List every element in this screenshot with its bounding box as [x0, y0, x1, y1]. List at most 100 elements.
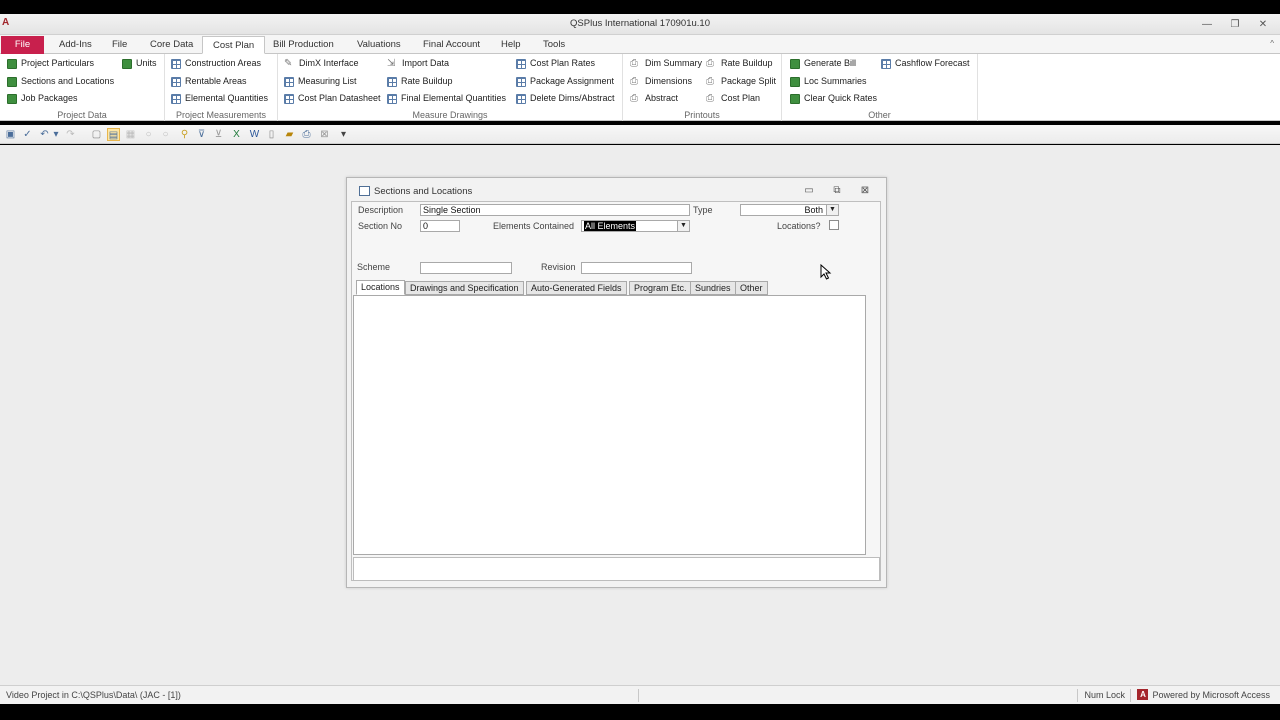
scheme-field[interactable] [420, 262, 512, 274]
report-icon [7, 58, 17, 69]
cmd-rentable-areas[interactable]: Rentable Areas [171, 74, 247, 89]
record-prev-icon[interactable]: ○ [142, 128, 155, 141]
ribbon-collapse-icon[interactable]: ^ [1270, 39, 1274, 48]
undo-dropdown-icon[interactable]: ▾ [52, 128, 60, 141]
cmd-delete-dims-abstract[interactable]: Delete Dims/Abstract [516, 91, 615, 106]
datasheet-icon [387, 76, 397, 87]
dialog-maximize-icon[interactable]: ⧉ [830, 185, 844, 197]
cmd-project-particulars[interactable]: Project Particulars [7, 56, 94, 71]
cmd-sections-and-locations[interactable]: Sections and Locations [7, 74, 114, 89]
tab-sundries[interactable]: Sundries [690, 281, 736, 295]
tab-locations[interactable]: Locations [356, 280, 405, 295]
ribbon-tabs: File Add-Ins File Core Data Cost Plan Bi… [0, 35, 1280, 54]
cmd-rate-buildup[interactable]: Rate Buildup [387, 74, 453, 89]
tab-tools[interactable]: Tools [533, 36, 575, 54]
tab-core-data[interactable]: Core Data [140, 36, 203, 54]
tab-bill-production[interactable]: Bill Production [263, 36, 344, 54]
description-field[interactable]: Single Section [420, 204, 690, 216]
dialog-title: Sections and Locations [374, 186, 473, 197]
datasheet-icon [171, 58, 181, 69]
report-icon [7, 93, 17, 104]
type-label: Type [693, 205, 713, 215]
tab-other[interactable]: Other [735, 281, 768, 295]
cmd-elemental-quantities[interactable]: Elemental Quantities [171, 91, 268, 106]
cmd-cashflow-forecast[interactable]: Cashflow Forecast [881, 56, 970, 71]
tab-drawings-specification[interactable]: Drawings and Specification [405, 281, 524, 295]
form-view-icon[interactable]: ▢ [90, 128, 103, 141]
macro-icon [790, 76, 800, 87]
tab-file[interactable]: File [102, 36, 137, 54]
section-no-field[interactable]: 0 [420, 220, 460, 232]
cmd-clear-quick-rates[interactable]: Clear Quick Rates [790, 91, 877, 106]
cmd-units[interactable]: Units [122, 56, 157, 71]
print-icon[interactable]: ⎙ [300, 128, 313, 141]
cmd-cost-plan-datasheet[interactable]: Cost Plan Datasheet [284, 91, 381, 106]
cmd-final-elemental-quantities[interactable]: Final Elemental Quantities [387, 91, 506, 106]
status-numlock: Num Lock [1084, 690, 1125, 700]
undo-icon[interactable]: ↶ [38, 128, 51, 141]
chevron-down-icon[interactable]: ▼ [677, 221, 689, 231]
word-export-icon[interactable]: W [248, 128, 261, 141]
close-icon[interactable]: ✕ [1252, 16, 1274, 32]
redo-icon[interactable]: ↷ [64, 128, 77, 141]
import-icon: ⇲ [387, 57, 396, 69]
cmd-package-split[interactable]: ⎙ Package Split [706, 74, 776, 89]
cmd-cost-plan[interactable]: ⎙ Cost Plan [706, 91, 760, 106]
record-next-icon[interactable]: ○ [159, 128, 172, 141]
cmd-dim-summary[interactable]: ⎙ Dim Summary [630, 56, 702, 71]
tab-add-ins[interactable]: Add-Ins [49, 36, 102, 54]
design-view-icon[interactable]: ▤ [107, 128, 120, 141]
group-label-printouts: Printouts [684, 110, 720, 120]
cmd-cost-plan-rates[interactable]: Cost Plan Rates [516, 56, 595, 71]
tab-program-etc[interactable]: Program Etc. [629, 281, 692, 295]
cmd-generate-bill[interactable]: Generate Bill [790, 56, 856, 71]
printer-icon: ⎙ [630, 75, 638, 87]
cmd-loc-summaries[interactable]: Loc Summaries [790, 74, 867, 89]
pdf-export-icon[interactable]: ▯ [265, 128, 278, 141]
cmd-construction-areas[interactable]: Construction Areas [171, 56, 261, 71]
tab-auto-generated-fields[interactable]: Auto-Generated Fields [526, 281, 627, 295]
save-icon[interactable]: ▣ [4, 128, 17, 141]
elements-contained-select[interactable]: All Elements ▼ [581, 220, 690, 232]
group-label-measure-drawings: Measure Drawings [412, 110, 488, 120]
cmd-job-packages[interactable]: Job Packages [7, 91, 78, 106]
cmd-dimensions[interactable]: ⎙ Dimensions [630, 74, 692, 89]
cmd-printout-rate-buildup[interactable]: ⎙ Rate Buildup [706, 56, 773, 71]
cmd-measuring-list[interactable]: Measuring List [284, 74, 357, 89]
tab-valuations[interactable]: Valuations [347, 36, 411, 54]
datasheet-icon [881, 58, 891, 69]
group-printouts: ⎙ Dim Summary ⎙ Dimensions ⎙ Abstract ⎙ Rate… [623, 54, 782, 121]
chevron-down-icon[interactable]: ▼ [826, 205, 838, 215]
cmd-package-assignment[interactable]: Package Assignment [516, 74, 614, 89]
dialog-close-icon[interactable]: ⊠ [858, 185, 872, 197]
printer-icon: ⎙ [706, 57, 714, 69]
locations-checkbox[interactable] [829, 220, 839, 230]
tab-cost-plan[interactable]: Cost Plan [202, 36, 266, 54]
datasheet-view-icon[interactable]: ▦ [124, 128, 137, 141]
group-label-project-measurements: Project Measurements [175, 110, 267, 120]
minimize-icon[interactable]: — [1196, 16, 1218, 32]
customize-toolbar-icon[interactable]: ▾ [337, 128, 350, 141]
close-object-icon[interactable]: ⊠ [318, 128, 331, 141]
restore-icon[interactable]: ❐ [1224, 16, 1246, 32]
toggle-filter-icon[interactable]: ⊻ [212, 128, 225, 141]
spellcheck-icon[interactable]: ✓ [21, 128, 34, 141]
revision-label: Revision [541, 262, 576, 272]
advanced-filter-icon[interactable]: ⊽ [195, 128, 208, 141]
tab-help[interactable]: Help [491, 36, 531, 54]
tab-final-account[interactable]: Final Account [413, 36, 490, 54]
type-value: Both [804, 205, 823, 215]
revision-field[interactable] [581, 262, 692, 274]
group-other: Generate Bill Loc Summaries Clear Quick … [782, 54, 978, 121]
filter-icon[interactable]: ⚲ [178, 128, 191, 141]
cmd-dimx-interface[interactable]: ✎ DimX Interface [284, 56, 359, 71]
cmd-import-data[interactable]: ⇲ Import Data [387, 56, 449, 71]
type-select[interactable]: Both ▼ [740, 204, 839, 216]
tab-file-backstage[interactable]: File [1, 36, 44, 54]
dialog-minimize-icon[interactable]: ▭ [802, 185, 816, 197]
quick-access-toolbar: ▣ ✓ ↶ ▾ ↷ ▢ ▤ ▦ ○ ○ ⚲ ⊽ ⊻ X W ▯ ▰ ⎙ ⊠ ▾ [0, 125, 1280, 144]
excel-export-icon[interactable]: X [230, 128, 243, 141]
report-export-icon[interactable]: ▰ [283, 128, 296, 141]
dialog-title-bar[interactable]: Sections and Locations ▭ ⧉ ⊠ [347, 178, 886, 202]
cmd-abstract[interactable]: ⎙ Abstract [630, 91, 678, 106]
